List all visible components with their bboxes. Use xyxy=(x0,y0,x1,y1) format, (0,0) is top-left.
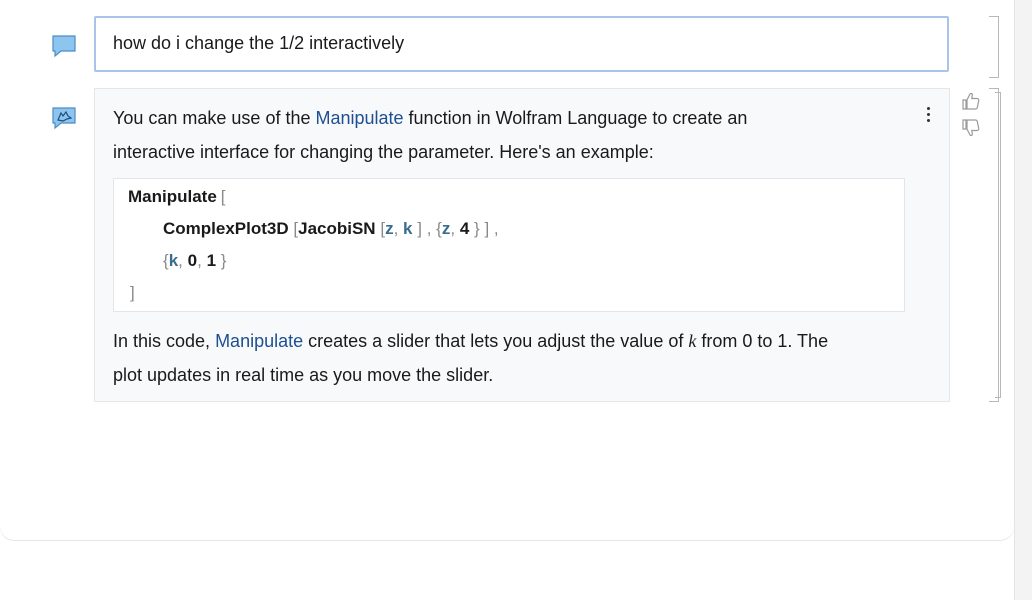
code-variable: k xyxy=(168,251,179,270)
code-symbol: JacobiSN xyxy=(298,219,376,238)
cell-bracket-user[interactable] xyxy=(989,16,999,78)
code-bracket: ] xyxy=(130,283,135,302)
thumbs-down-icon[interactable] xyxy=(960,117,982,139)
scrollbar-track[interactable] xyxy=(1014,0,1032,600)
thumbs-up-icon[interactable] xyxy=(960,90,982,112)
vertical-dots-icon[interactable] xyxy=(921,103,935,125)
code-comma: , xyxy=(178,251,183,270)
notebook-window: how do i change the 1/2 interactively Yo… xyxy=(0,0,1014,540)
code-variable: k xyxy=(403,219,413,238)
text: You can make use of the xyxy=(113,108,316,128)
code-line-2: ComplexPlot3D [JacobiSN [z, k ] , {z, 4 … xyxy=(163,213,499,245)
code-comma: , xyxy=(450,219,456,238)
cell-group-bracket[interactable] xyxy=(995,92,1001,398)
code-number: 1 xyxy=(206,251,217,270)
wolf-chat-icon xyxy=(50,104,78,132)
code-comma: , xyxy=(393,219,399,238)
text: from 0 to 1. The xyxy=(696,331,829,351)
text: creates a slider that lets you adjust th… xyxy=(303,331,689,351)
code-block[interactable]: Manipulate[ ComplexPlot3D [JacobiSN [z, … xyxy=(113,178,905,312)
text: function in Wolfram Language to create a… xyxy=(403,108,748,128)
code-bracket: [ xyxy=(220,187,226,206)
code-bracket: ] xyxy=(417,219,422,238)
code-line-3: {k, 0, 1 } xyxy=(163,245,226,277)
code-brace: } xyxy=(220,251,227,270)
user-message-text: how do i change the 1/2 interactively xyxy=(113,33,405,53)
code-line-1: Manipulate[ xyxy=(128,181,226,213)
code-number: 4 xyxy=(459,219,470,238)
text: plot updates in real time as you move th… xyxy=(113,365,494,385)
assistant-message-cell: You can make use of the Manipulate funct… xyxy=(94,88,950,402)
code-number: 0 xyxy=(187,251,198,270)
assistant-paragraph-1: You can make use of the Manipulate funct… xyxy=(113,101,913,169)
code-symbol: ComplexPlot3D xyxy=(163,219,289,238)
text: interactive interface for changing the p… xyxy=(113,142,654,162)
code-bracket: ] xyxy=(484,219,490,238)
code-line-4: ] xyxy=(130,277,135,309)
code-comma: , xyxy=(197,251,202,270)
manipulate-link[interactable]: Manipulate xyxy=(215,331,303,351)
code-comma: , xyxy=(426,219,432,238)
text: In this code, xyxy=(113,331,216,351)
user-message-cell[interactable]: how do i change the 1/2 interactively xyxy=(94,16,949,72)
code-brace: } xyxy=(474,219,480,238)
chat-bubble-icon xyxy=(50,32,78,60)
code-variable: z xyxy=(385,219,394,238)
code-comma: , xyxy=(493,219,499,238)
code-symbol: Manipulate xyxy=(128,187,217,206)
assistant-paragraph-2: In this code, Manipulate creates a slide… xyxy=(113,324,913,392)
manipulate-link[interactable]: Manipulate xyxy=(315,108,403,128)
